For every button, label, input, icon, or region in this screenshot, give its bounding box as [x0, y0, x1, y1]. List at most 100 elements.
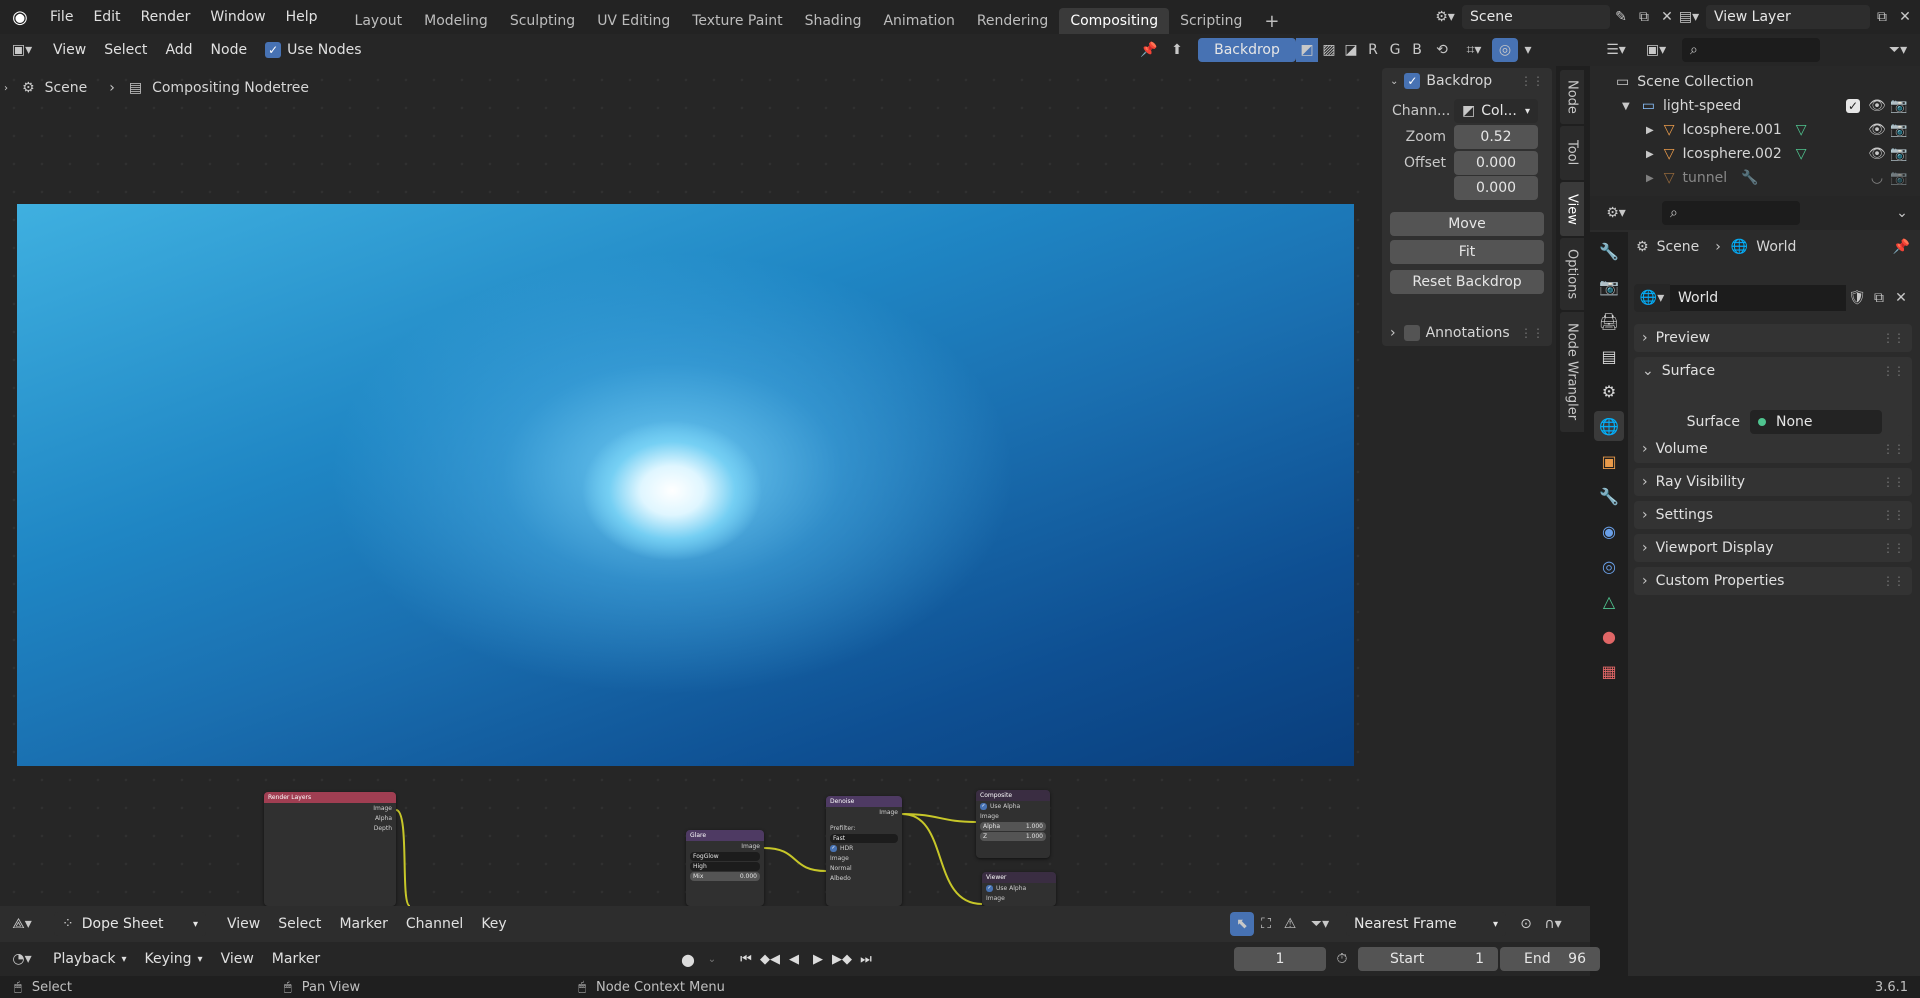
eye-icon[interactable]: 👁	[1866, 146, 1888, 162]
tab-modeling[interactable]: Modeling	[413, 8, 499, 34]
z-field[interactable]: Z 1.000	[980, 831, 1046, 841]
channel-b[interactable]: B	[1406, 42, 1428, 58]
tab-node[interactable]: Node	[1560, 70, 1584, 124]
channels-select[interactable]: ◩ Col... ▾	[1454, 99, 1538, 123]
zoom-field[interactable]: 0.52	[1454, 125, 1538, 149]
grip-icon[interactable]: ⋮⋮	[1520, 326, 1544, 340]
material-tab-icon[interactable]: ●	[1594, 621, 1624, 651]
menu-view[interactable]: View	[212, 943, 263, 975]
glare-quality-select[interactable]: High	[690, 861, 760, 871]
overlay-dropdown-icon[interactable]: ▾	[1518, 42, 1538, 58]
menu-add[interactable]: Add	[156, 34, 201, 66]
offset-x-field[interactable]: 0.000	[1454, 151, 1538, 175]
prefilter-select[interactable]: Fast	[830, 833, 898, 843]
dopesheet-mode-select[interactable]: ⁘ Dope Sheet ▾	[54, 912, 206, 936]
backdrop-panel-header[interactable]: ⌄ ✓ Backdrop ⋮⋮	[1382, 68, 1552, 94]
proportional-edit-icon[interactable]: ⊙	[1514, 916, 1538, 932]
grip-icon[interactable]: ⋮⋮	[1882, 331, 1905, 345]
camera-icon[interactable]: 📷	[1888, 146, 1910, 162]
tab-rendering[interactable]: Rendering	[966, 8, 1060, 34]
checkbox-icon[interactable]: ✓	[1404, 73, 1421, 89]
section-surface-header[interactable]: ⌄ Surface ⋮⋮	[1642, 363, 1905, 379]
node-viewer[interactable]: Viewer ✓ Use Alpha Image	[982, 872, 1056, 906]
end-frame-field[interactable]: End 96	[1500, 947, 1600, 971]
scene-icon[interactable]: ⚙▾	[1428, 4, 1462, 30]
view-layer-field[interactable]: View Layer	[1706, 5, 1870, 29]
section-volume[interactable]: › Volume ⋮⋮	[1634, 435, 1912, 463]
node-editor[interactable]: › ⚙ Scene › ▤ Compositing Nodetree Rende…	[0, 66, 1376, 906]
object-tab-icon[interactable]: ▣	[1594, 446, 1624, 476]
outliner-row-object[interactable]: ▶ ▽ tunnel 🔧 ◡ 📷	[1590, 166, 1920, 190]
falloff-icon[interactable]: ∩▾	[1538, 916, 1568, 932]
alpha-field[interactable]: Alpha 1.000	[980, 821, 1046, 831]
constraints-tab-icon[interactable]: △	[1594, 586, 1624, 616]
scene-name-field[interactable]: Scene	[1462, 5, 1610, 29]
outliner-row-root[interactable]: ▭ Scene Collection	[1590, 70, 1920, 94]
jump-start-icon[interactable]: ⏮	[734, 947, 758, 971]
alpha-icon[interactable]: ◪	[1340, 42, 1362, 58]
jump-end-icon[interactable]: ⏭	[854, 947, 878, 971]
grip-icon[interactable]: ⋮⋮	[1882, 541, 1905, 555]
menu-select[interactable]: Select	[95, 34, 156, 66]
view-layer-tab-icon[interactable]: ▤	[1594, 341, 1624, 371]
play-reverse-icon[interactable]: ◀	[782, 947, 806, 971]
tab-uv-editing[interactable]: UV Editing	[586, 8, 681, 34]
hdr-toggle[interactable]: ✓ HDR	[826, 843, 902, 853]
chevron-right-icon[interactable]: ▶	[1646, 173, 1654, 184]
camera-icon[interactable]: 📷	[1888, 98, 1910, 114]
menu-select[interactable]: Select	[269, 908, 330, 940]
pin-icon[interactable]: 📌	[1893, 239, 1910, 255]
camera-icon[interactable]: 📷	[1888, 170, 1910, 186]
modifier-tab-icon[interactable]: 🔧	[1594, 481, 1624, 511]
backdrop-toggle[interactable]: Backdrop	[1198, 38, 1296, 62]
menu-view[interactable]: View	[218, 908, 269, 940]
grip-icon[interactable]: ⋮⋮	[1882, 508, 1905, 522]
scene-tab-icon[interactable]: ⚙	[1594, 376, 1624, 406]
tool-tab-icon[interactable]: 🔧	[1594, 236, 1624, 266]
keying-menu[interactable]: Keying ▾	[136, 943, 212, 975]
chevron-right-icon[interactable]: ▶	[1646, 125, 1654, 136]
eye-closed-icon[interactable]: ◡	[1866, 170, 1888, 186]
physics-tab-icon[interactable]: ◎	[1594, 551, 1624, 581]
delete-view-layer-icon[interactable]: ✕	[1894, 9, 1916, 25]
chevron-down-icon[interactable]: ▼	[1622, 101, 1630, 112]
grip-icon[interactable]: ⋮⋮	[1520, 74, 1544, 88]
blender-logo-icon[interactable]: ◉	[0, 0, 40, 34]
only-selected-icon[interactable]: ⬉	[1230, 912, 1254, 936]
filter-icon[interactable]: ⏷▾	[1882, 42, 1914, 58]
start-frame-field[interactable]: Start 1	[1358, 947, 1498, 971]
tab-texture-paint[interactable]: Texture Paint	[681, 8, 793, 34]
overlay-icon[interactable]: ◎	[1492, 38, 1518, 62]
fit-button[interactable]: Fit	[1390, 240, 1544, 264]
menu-edit[interactable]: Edit	[83, 0, 130, 34]
jump-next-key-icon[interactable]: ▶◆	[830, 947, 854, 971]
add-workspace-icon[interactable]: +	[1253, 8, 1290, 34]
eye-icon[interactable]: 👁	[1866, 122, 1888, 138]
menu-view[interactable]: View	[44, 34, 95, 66]
parent-node-tree-icon[interactable]: ⬆	[1162, 42, 1192, 58]
tab-node-wrangler[interactable]: Node Wrangler	[1560, 312, 1584, 432]
show-hidden-icon[interactable]: ⛶	[1254, 916, 1278, 932]
section-custom-properties[interactable]: › Custom Properties ⋮⋮	[1634, 567, 1912, 595]
section-preview[interactable]: › Preview ⋮⋮	[1634, 324, 1912, 352]
world-name-field[interactable]: World	[1670, 285, 1846, 311]
outliner-editor-icon[interactable]: ☰▾	[1596, 42, 1636, 58]
menu-help[interactable]: Help	[276, 0, 328, 34]
use-alpha-toggle[interactable]: ✓ Use Alpha	[976, 801, 1050, 811]
use-alpha-toggle[interactable]: ✓ Use Alpha	[982, 883, 1056, 893]
use-nodes-toggle[interactable]: ✓ Use Nodes	[256, 34, 370, 66]
display-mode-icon[interactable]: ▣▾	[1636, 42, 1676, 58]
glare-mix-field[interactable]: Mix 0.000	[690, 871, 760, 881]
camera-icon[interactable]: 📷	[1888, 122, 1910, 138]
channel-r[interactable]: R	[1362, 42, 1384, 58]
chevron-right-icon[interactable]: ▶	[1646, 149, 1654, 160]
menu-node[interactable]: Node	[202, 34, 257, 66]
current-frame-field[interactable]: 1	[1234, 947, 1326, 971]
grip-icon[interactable]: ⋮⋮	[1882, 574, 1905, 588]
section-settings[interactable]: › Settings ⋮⋮	[1634, 501, 1912, 529]
menu-render[interactable]: Render	[131, 0, 201, 34]
render-tab-icon[interactable]: 📷	[1594, 271, 1624, 301]
outliner-row-object[interactable]: ▶ ▽ Icosphere.001 ▽ 👁 📷	[1590, 118, 1920, 142]
channel-g[interactable]: G	[1384, 42, 1406, 58]
tab-scripting[interactable]: Scripting	[1169, 8, 1253, 34]
